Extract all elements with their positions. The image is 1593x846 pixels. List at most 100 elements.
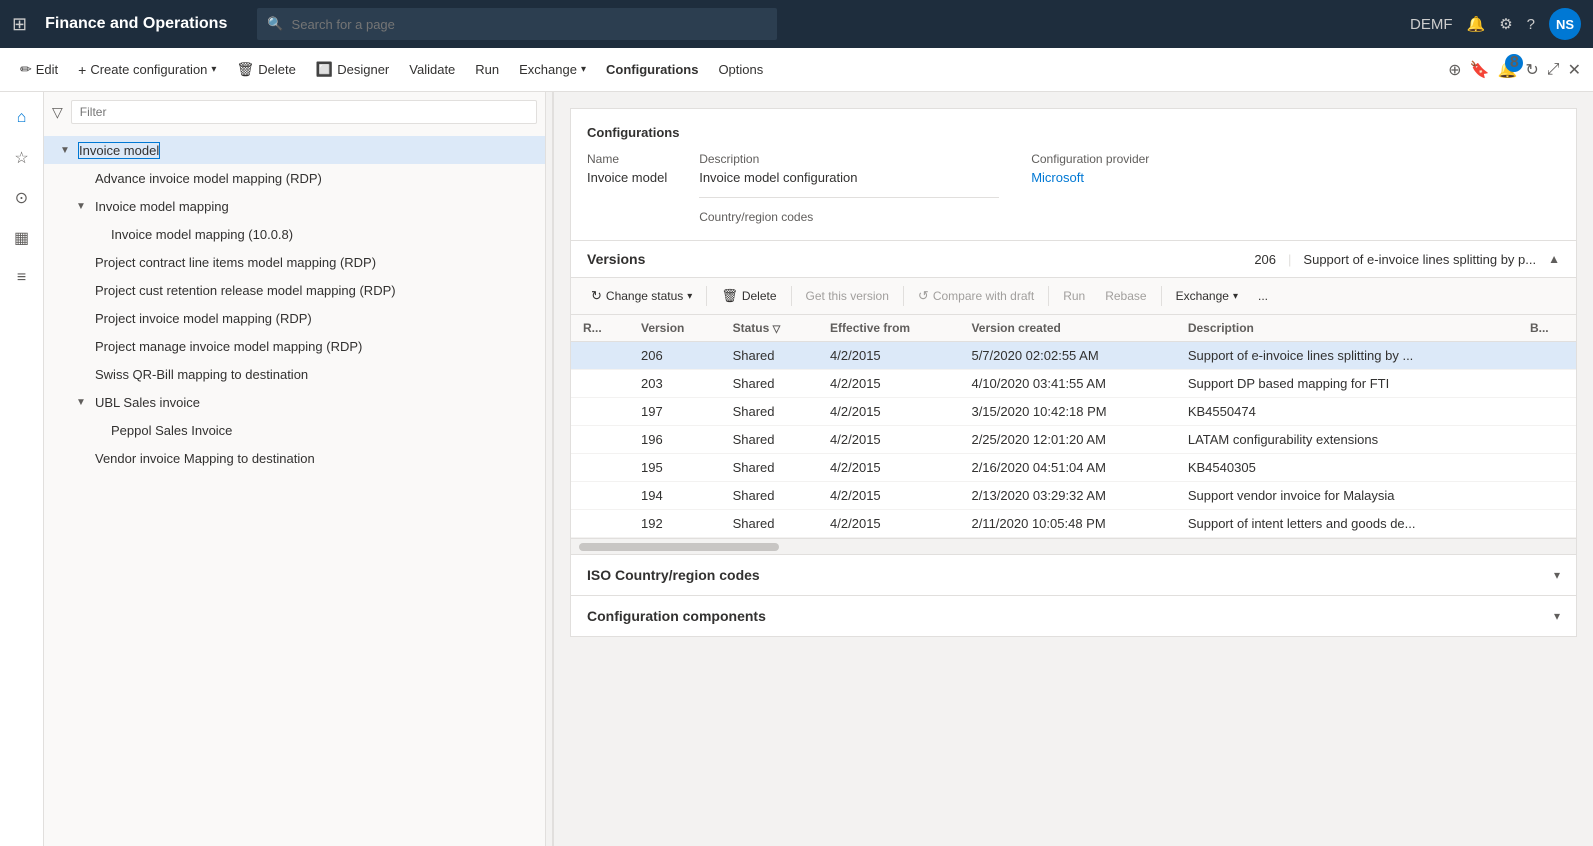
calendar-icon-btn[interactable]: ▦ [4, 220, 40, 256]
tree-label-invoice-model-mapping-10: Invoice model mapping (10.0.8) [110, 226, 294, 243]
cell-effective_from-1: 4/2/2015 [818, 370, 959, 398]
versions-current-num: 206 [1254, 252, 1276, 267]
versions-collapse-icon[interactable]: ▲ [1548, 252, 1560, 266]
close-icon[interactable]: ✕ [1568, 60, 1581, 80]
tree-item-vendor-invoice[interactable]: Vendor invoice Mapping to destination [44, 444, 545, 472]
cell-version_created-1: 4/10/2020 03:41:55 AM [959, 370, 1175, 398]
table-row[interactable]: 203Shared4/2/20154/10/2020 03:41:55 AMSu… [571, 370, 1576, 398]
provider-value[interactable]: Microsoft [1031, 170, 1149, 185]
table-row[interactable]: 206Shared4/2/20155/7/2020 02:02:55 AMSup… [571, 342, 1576, 370]
search-input[interactable] [292, 17, 768, 32]
validate-button[interactable]: Validate [401, 58, 463, 81]
tree-item-invoice-model-mapping-10[interactable]: Invoice model mapping (10.0.8) [44, 220, 545, 248]
compare-with-draft-button[interactable]: ↺ Compare with draft [910, 284, 1042, 308]
filter-panel: ▽ ▼Invoice modelAdvance invoice model ma… [44, 92, 545, 846]
tree-item-project-contract[interactable]: Project contract line items model mappin… [44, 248, 545, 276]
options-button[interactable]: Options [710, 58, 771, 81]
versions-header[interactable]: Versions 206 | Support of e-invoice line… [571, 241, 1576, 278]
versions-exchange-button[interactable]: Exchange ▾ [1168, 285, 1246, 307]
table-row[interactable]: 192Shared4/2/20152/11/2020 10:05:48 PMSu… [571, 510, 1576, 538]
cell-r-2 [571, 398, 629, 426]
cell-description-3: LATAM configurability extensions [1176, 426, 1518, 454]
home-icon-btn[interactable]: ⌂ [4, 100, 40, 136]
iso-header[interactable]: ISO Country/region codes ▾ [571, 555, 1576, 595]
settings-icon[interactable]: ⚙ [1499, 15, 1512, 33]
vtb-sep-2 [791, 286, 792, 306]
tree-toggle-invoice-model-mapping[interactable]: ▼ [76, 201, 90, 212]
cell-effective_from-5: 4/2/2015 [818, 482, 959, 510]
tree-item-project-cust-retention[interactable]: Project cust retention release model map… [44, 276, 545, 304]
tree-item-project-manage[interactable]: Project manage invoice model mapping (RD… [44, 332, 545, 360]
star-icon-btn[interactable]: ☆ [4, 140, 40, 176]
versions-more-button[interactable]: ... [1250, 285, 1276, 307]
rebase-button[interactable]: Rebase [1097, 285, 1154, 307]
create-configuration-button[interactable]: + Create configuration ▾ [70, 58, 224, 82]
right-icons: DEMF 🔔 ⚙ ? NS [1410, 8, 1581, 40]
app-title: Finance and Operations [45, 15, 227, 33]
cell-b-2 [1518, 398, 1576, 426]
versions-run-button[interactable]: Run [1055, 285, 1093, 307]
cell-b-3 [1518, 426, 1576, 454]
run-button[interactable]: Run [467, 58, 507, 81]
cell-effective_from-4: 4/2/2015 [818, 454, 959, 482]
tree-label-invoice-model-mapping: Invoice model mapping [94, 198, 230, 215]
delete-button[interactable]: 🗑 Delete [228, 57, 303, 82]
change-status-button[interactable]: ↻ Change status ▾ [583, 284, 700, 308]
name-label: Name [587, 152, 667, 166]
designer-button[interactable]: 🔲 Designer [308, 57, 397, 82]
versions-table-scroll[interactable]: R... Version Status ▽ Effective from Ver… [571, 315, 1576, 538]
iso-section: ISO Country/region codes ▾ [570, 555, 1577, 596]
help-icon[interactable]: ? [1527, 16, 1535, 33]
get-this-version-button[interactable]: Get this version [798, 285, 897, 307]
tree-item-ubl-sales[interactable]: ▼UBL Sales invoice [44, 388, 545, 416]
versions-table-header: R... Version Status ▽ Effective from Ver… [571, 315, 1576, 342]
table-row[interactable]: 197Shared4/2/20153/15/2020 10:42:18 PMKB… [571, 398, 1576, 426]
components-header[interactable]: Configuration components ▾ [571, 596, 1576, 636]
cell-version-1: 203 [629, 370, 721, 398]
notification-badge-container: 🔔 8 [1497, 60, 1517, 80]
scrollbar-thumb [579, 543, 779, 551]
bookmark-icon[interactable]: 🔖 [1470, 60, 1490, 80]
vtb-sep-3 [903, 286, 904, 306]
tree-label-swiss-qr: Swiss QR-Bill mapping to destination [94, 366, 309, 383]
tree-item-advance-invoice[interactable]: Advance invoice model mapping (RDP) [44, 164, 545, 192]
versions-separator: | [1288, 252, 1291, 267]
versions-title: Versions [587, 251, 645, 267]
status-filter-icon[interactable]: ▽ [773, 324, 781, 335]
cell-effective_from-3: 4/2/2015 [818, 426, 959, 454]
horizontal-scrollbar[interactable] [571, 538, 1576, 554]
configurations-button[interactable]: Configurations [598, 58, 706, 81]
table-row[interactable]: 195Shared4/2/20152/16/2020 04:51:04 AMKB… [571, 454, 1576, 482]
tree-toggle-invoice-model[interactable]: ▼ [60, 145, 74, 156]
exchange-button[interactable]: Exchange ▾ [511, 58, 594, 81]
grid-icon[interactable]: ⊞ [12, 14, 27, 35]
avatar[interactable]: NS [1549, 8, 1581, 40]
tree-item-project-invoice[interactable]: Project invoice model mapping (RDP) [44, 304, 545, 332]
cell-description-2: KB4550474 [1176, 398, 1518, 426]
edit-button[interactable]: ✏ Edit [12, 57, 66, 82]
cell-version-3: 196 [629, 426, 721, 454]
versions-delete-button[interactable]: 🗑 Delete [713, 284, 784, 308]
table-row[interactable]: 194Shared4/2/20152/13/2020 03:29:32 AMSu… [571, 482, 1576, 510]
tree-toggle-ubl-sales[interactable]: ▼ [76, 397, 90, 408]
filter-input[interactable] [71, 100, 537, 124]
tree-item-swiss-qr[interactable]: Swiss QR-Bill mapping to destination [44, 360, 545, 388]
tree-item-invoice-model-mapping[interactable]: ▼ Invoice model mapping [44, 192, 545, 220]
notification-icon[interactable]: 🔔 [1467, 15, 1486, 33]
tree-item-invoice-model[interactable]: ▼Invoice model [44, 136, 545, 164]
versions-table: R... Version Status ▽ Effective from Ver… [571, 315, 1576, 538]
table-row[interactable]: 196Shared4/2/20152/25/2020 12:01:20 AMLA… [571, 426, 1576, 454]
list-icon-btn[interactable]: ≡ [4, 260, 40, 296]
versions-table-body: 206Shared4/2/20155/7/2020 02:02:55 AMSup… [571, 342, 1576, 538]
designer-icon: 🔲 [316, 61, 333, 78]
tree-item-peppol[interactable]: Peppol Sales Invoice [44, 416, 545, 444]
open-new-icon[interactable]: ⤢ [1547, 61, 1560, 79]
pin-icon[interactable]: ⊕ [1448, 60, 1461, 80]
versions-exchange-dropdown-icon: ▾ [1233, 291, 1238, 302]
field-divider [699, 197, 999, 198]
history-icon-btn[interactable]: ⊙ [4, 180, 40, 216]
cell-version_created-2: 3/15/2020 10:42:18 PM [959, 398, 1175, 426]
panel-splitter[interactable] [545, 92, 553, 846]
refresh-icon[interactable]: ↻ [1525, 60, 1538, 80]
vtb-sep-5 [1161, 286, 1162, 306]
